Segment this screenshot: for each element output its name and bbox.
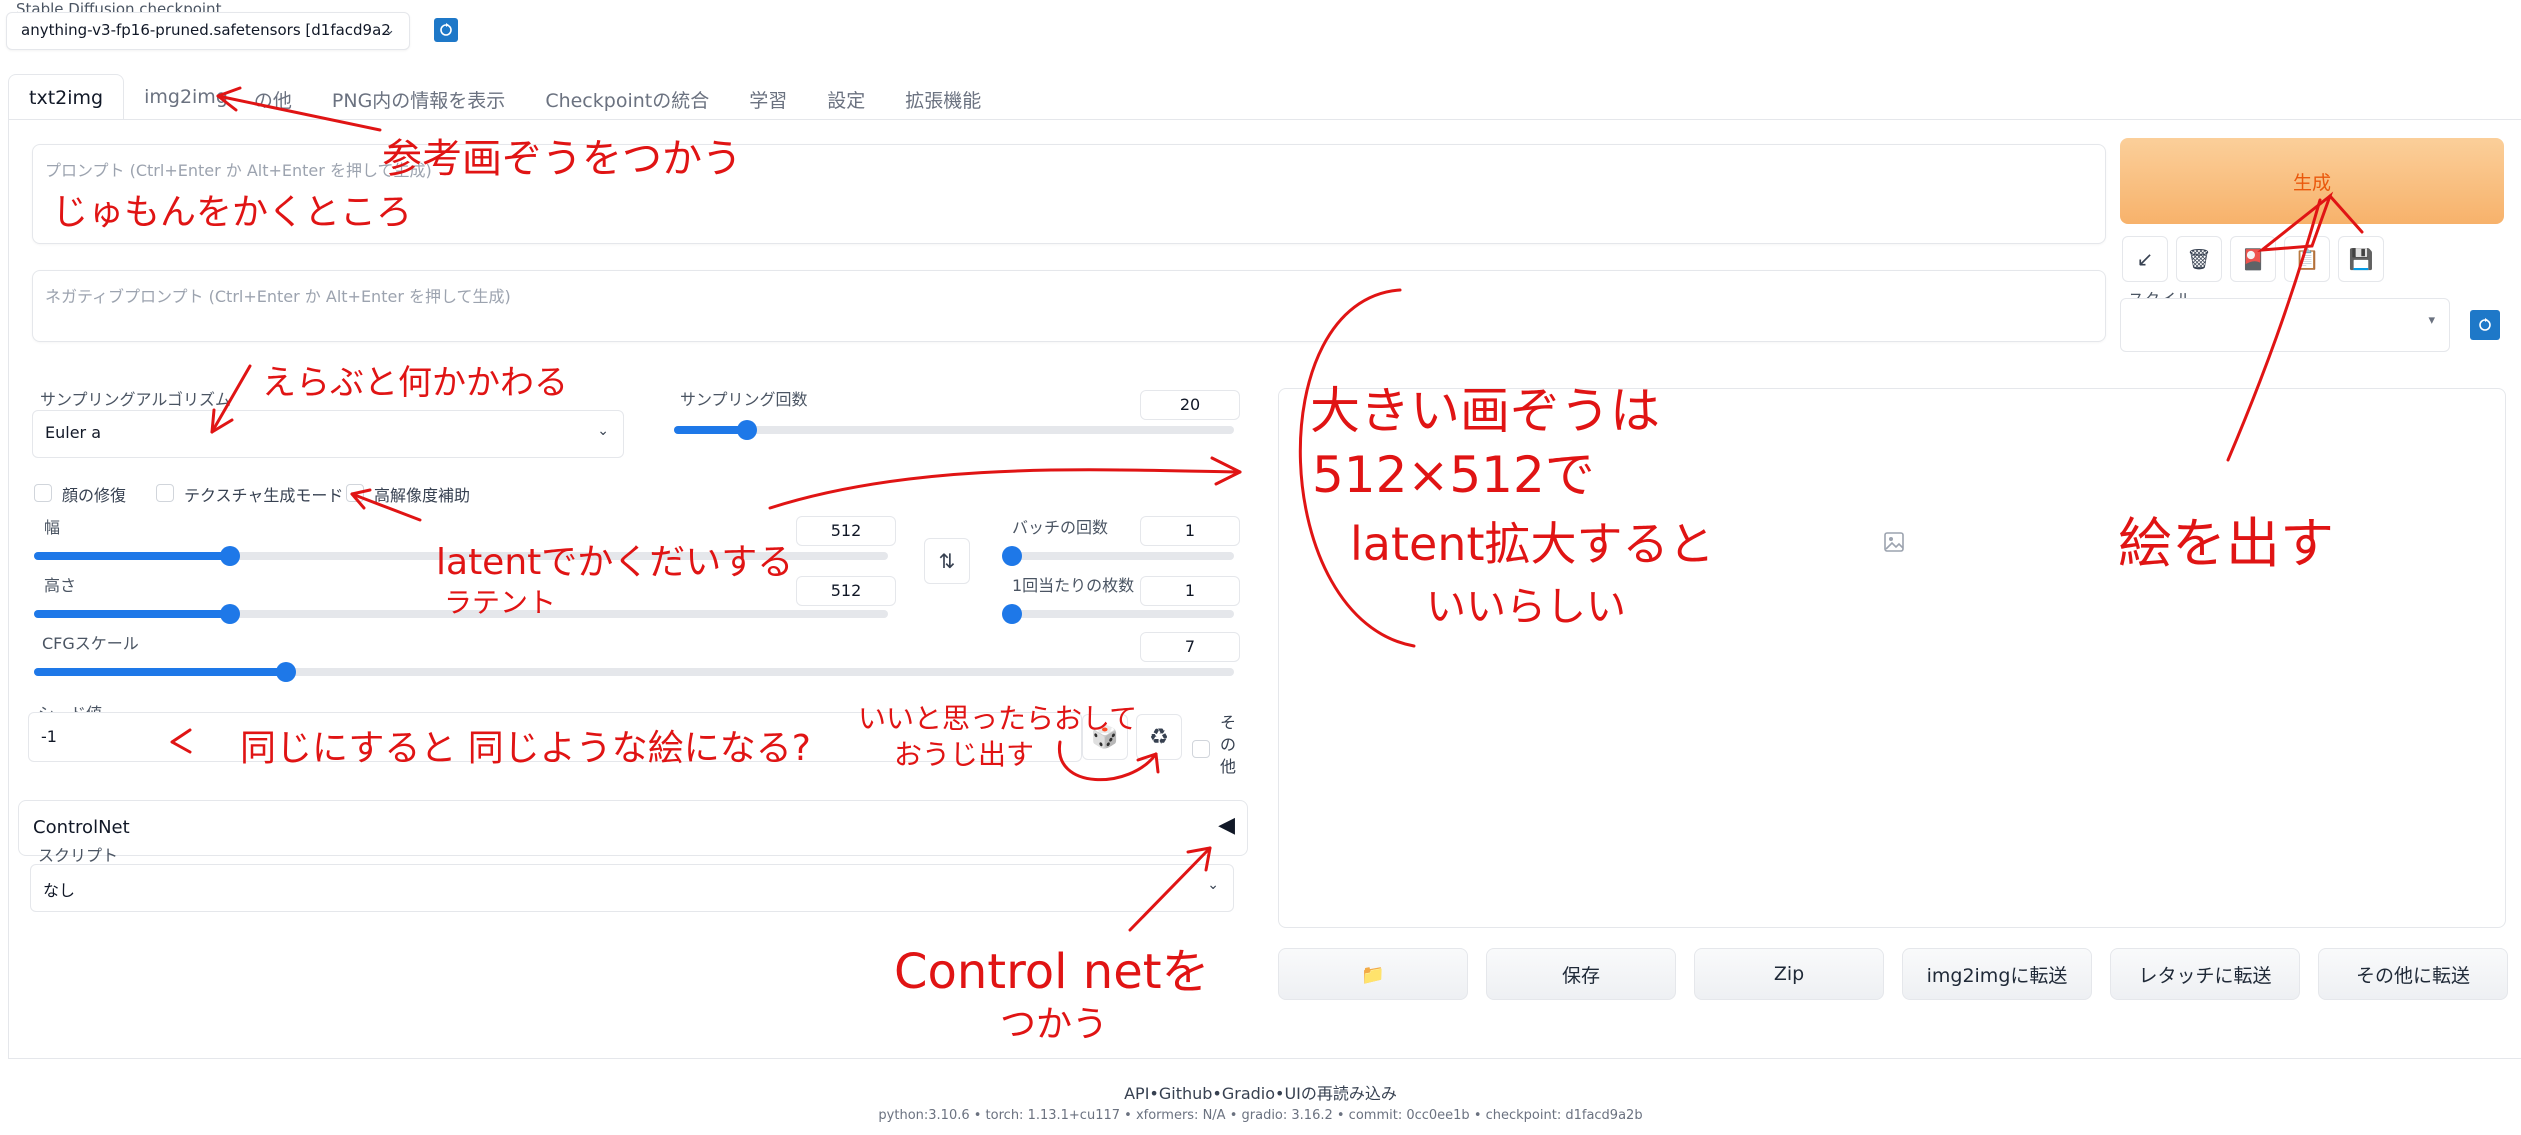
batch-count-slider[interactable] <box>1002 546 1234 566</box>
prompt-input[interactable]: プロンプト (Ctrl+Enter か Alt+Enter を押して生成) <box>32 144 2106 244</box>
sampling-method-value: Euler a <box>45 423 102 442</box>
cfg-scale-label: CFGスケール <box>42 634 139 653</box>
generate-button[interactable]: 生成 <box>2120 138 2504 224</box>
script-select[interactable]: なし ⌄ <box>30 864 1234 912</box>
read-params-button[interactable]: ↙ <box>2122 236 2168 282</box>
controlnet-panel[interactable]: ControlNet ◀ <box>18 800 1248 856</box>
width-slider[interactable] <box>34 546 888 566</box>
restore-faces-label: 顔の修復 <box>62 486 127 505</box>
refresh-icon <box>440 23 452 36</box>
slider-fill <box>674 426 747 434</box>
main-tabs: txt2img img2img の他 PNG内の情報を表示 Checkpoint… <box>8 74 1001 120</box>
height-input[interactable]: 512 <box>796 576 896 606</box>
open-folder-button[interactable]: 📁 <box>1278 948 1468 1000</box>
refresh-icon <box>2479 318 2491 331</box>
collapse-toggle-icon[interactable]: ◀ <box>1218 813 1235 838</box>
tab-settings[interactable]: 設定 <box>807 74 885 120</box>
sampling-steps-label: サンプリング回数 <box>680 390 808 409</box>
tiling-checkbox[interactable] <box>156 484 174 502</box>
tab-train[interactable]: 学習 <box>729 74 807 120</box>
prompt-placeholder: プロンプト (Ctrl+Enter か Alt+Enter を押して生成) <box>45 161 432 180</box>
swap-dimensions-button[interactable]: ⇅ <box>924 538 970 584</box>
save-button[interactable]: 保存 <box>1486 948 1676 1000</box>
arrow-icon: ↙ <box>2136 247 2154 271</box>
controlnet-title: ControlNet <box>33 817 130 838</box>
folder-icon: 📁 <box>1361 963 1385 986</box>
slider-handle[interactable] <box>276 662 296 682</box>
sampling-steps-input[interactable]: 20 <box>1140 390 1240 420</box>
tab-png-info[interactable]: PNG内の情報を表示 <box>312 74 525 120</box>
extra-networks-button[interactable]: 🎴 <box>2230 236 2276 282</box>
seed-input[interactable]: -1 <box>28 712 1082 762</box>
reuse-seed-button[interactable]: ♻ <box>1136 714 1182 760</box>
extra-seed-label: その他 <box>1220 713 1237 776</box>
recycle-icon: ♻ <box>1149 724 1169 750</box>
tab-extensions[interactable]: 拡張機能 <box>885 74 1001 120</box>
batch-size-slider[interactable] <box>1002 604 1234 624</box>
hires-fix-label: 高解像度補助 <box>374 486 471 505</box>
slider-fill <box>34 668 286 676</box>
slider-fill <box>34 610 231 618</box>
negative-prompt-placeholder: ネガティブプロンプト (Ctrl+Enter か Alt+Enter を押して生… <box>45 287 511 306</box>
sampling-method-label: サンプリングアルゴリズム <box>40 390 232 409</box>
height-slider[interactable] <box>34 604 888 624</box>
extra-seed-checkbox[interactable] <box>1192 740 1210 758</box>
random-seed-button[interactable]: 🎲 <box>1082 714 1128 760</box>
hires-fix-checkbox[interactable] <box>346 484 364 502</box>
checkpoint-refresh-button[interactable] <box>434 18 458 42</box>
cfg-scale-input[interactable]: 7 <box>1140 632 1240 662</box>
style-refresh-button[interactable] <box>2470 310 2500 340</box>
batch-count-label: バッチの回数 <box>1012 518 1109 537</box>
batch-size-label: 1回当たりの枚数 <box>1012 576 1135 595</box>
zip-button[interactable]: Zip <box>1694 948 1884 1000</box>
tiling-label: テクスチャ生成モード <box>184 486 344 505</box>
batch-count-input[interactable]: 1 <box>1140 516 1240 546</box>
tab-extras[interactable]: の他 <box>248 74 312 120</box>
clear-prompt-button[interactable]: 🗑 <box>2176 236 2222 282</box>
tab-checkpoint-merger[interactable]: Checkpointの統合 <box>525 74 729 120</box>
card-icon: 🎴 <box>2240 247 2266 271</box>
sampling-method-select[interactable]: Euler a ⌄ <box>32 410 624 458</box>
apply-style-button[interactable]: 📋 <box>2284 236 2330 282</box>
slider-handle[interactable] <box>1002 604 1022 624</box>
footer-versions: python:3.10.6 • torch: 1.13.1+cu117 • xf… <box>878 1108 1643 1123</box>
send-to-inpaint-button[interactable]: レタッチに転送 <box>2110 948 2300 1000</box>
width-input[interactable]: 512 <box>796 516 896 546</box>
restore-faces-checkbox[interactable] <box>34 484 52 502</box>
slider-handle[interactable] <box>1002 546 1022 566</box>
output-gallery[interactable] <box>1278 388 2506 928</box>
tab-txt2img[interactable]: txt2img <box>8 74 125 120</box>
seed-value: -1 <box>41 727 57 746</box>
chevron-down-icon: ▾ <box>2428 313 2435 328</box>
save-icon: 💾 <box>2348 247 2374 271</box>
chevron-down-icon: ⌄ <box>384 23 395 38</box>
footer-links[interactable]: API•Github•Gradio•UIの再読み込み <box>0 1080 2521 1104</box>
checkpoint-value: anything-v3-fp16-pruned.safetensors [d1f… <box>21 21 391 39</box>
cfg-scale-slider[interactable] <box>34 662 1234 682</box>
image-placeholder-icon <box>1884 532 1904 552</box>
chevron-down-icon: ⌄ <box>1207 877 1219 893</box>
swap-arrows-icon: ⇅ <box>938 549 956 573</box>
style-select[interactable]: ▾ <box>2120 298 2450 352</box>
sampling-steps-slider[interactable] <box>674 420 1234 440</box>
dice-icon: 🎲 <box>1091 724 1119 750</box>
height-label: 高さ <box>44 576 77 595</box>
script-label: スクリプト <box>38 846 119 865</box>
slider-fill <box>34 552 231 560</box>
script-value: なし <box>43 881 76 900</box>
checkpoint-select[interactable]: anything-v3-fp16-pruned.safetensors [d1f… <box>6 12 410 50</box>
chevron-down-icon: ⌄ <box>597 423 609 439</box>
width-label: 幅 <box>44 518 61 537</box>
slider-handle[interactable] <box>736 420 757 440</box>
batch-size-input[interactable]: 1 <box>1140 576 1240 606</box>
save-style-button[interactable]: 💾 <box>2338 236 2384 282</box>
tab-img2img[interactable]: img2img <box>124 74 248 120</box>
trash-icon: 🗑 <box>2186 247 2212 271</box>
send-to-img2img-button[interactable]: img2imgに転送 <box>1902 948 2092 1000</box>
negative-prompt-input[interactable]: ネガティブプロンプト (Ctrl+Enter か Alt+Enter を押して生… <box>32 270 2106 342</box>
send-to-extras-button[interactable]: その他に転送 <box>2318 948 2508 1000</box>
clipboard-icon: 📋 <box>2294 247 2320 271</box>
